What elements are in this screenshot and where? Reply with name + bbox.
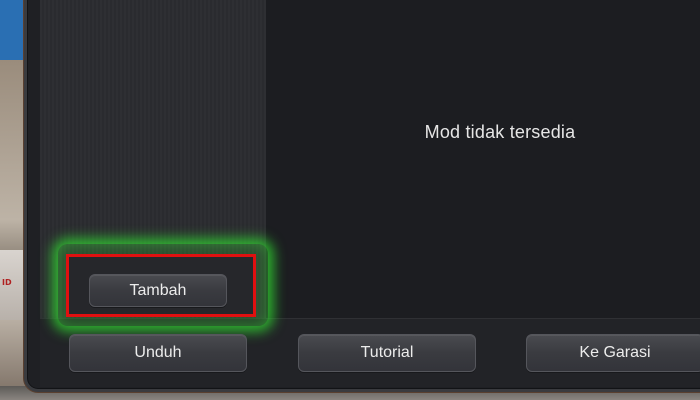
download-button[interactable]: Unduh [69, 334, 247, 372]
mod-content-area [266, 0, 700, 318]
empty-state-message: Mod tidak tersedia [424, 122, 576, 142]
add-mod-button[interactable]: Tambah [89, 274, 227, 307]
go-to-garage-button[interactable]: Ke Garasi [526, 334, 700, 372]
background-sign-text: ID [2, 278, 12, 287]
tutorial-button[interactable]: Tutorial [298, 334, 476, 372]
game-screen: ID Mod tidak tersedia Tambah Unduh Tutor… [0, 0, 700, 400]
